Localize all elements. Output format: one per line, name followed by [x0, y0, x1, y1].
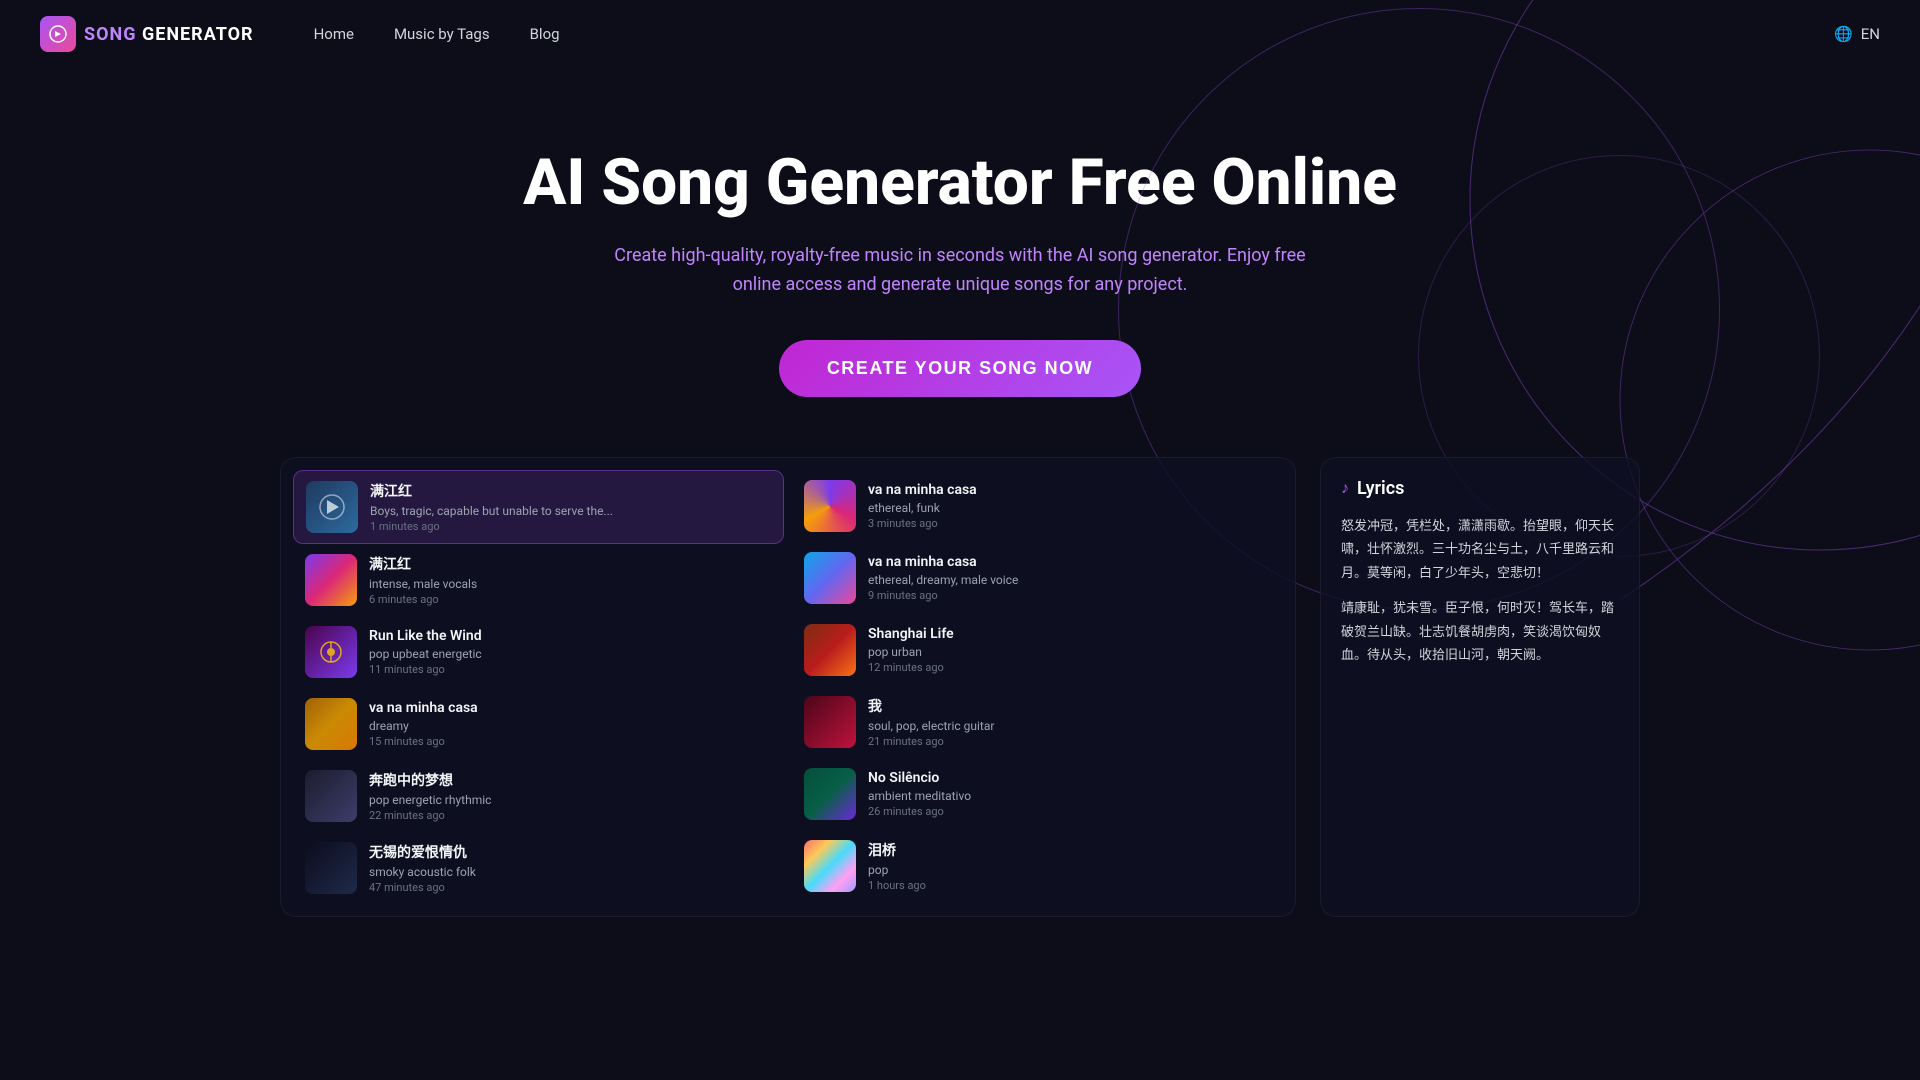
right-column: va na minha casa ethereal, funk 3 minute… — [792, 470, 1283, 904]
lyrics-line-1: 怒发冲冠，凭栏处，潇潇雨歇。抬望眼，仰天长啸，壮怀激烈。三十功名尘与土，八千里路… — [1341, 515, 1619, 585]
cta-button[interactable]: CREATE YOUR SONG NOW — [779, 340, 1141, 397]
hero-section: AI Song Generator Free Online Create hig… — [0, 68, 1920, 457]
lyrics-header: ♪ Lyrics — [1341, 478, 1619, 499]
song-title: Run Like the Wind — [369, 628, 772, 644]
song-item[interactable]: va na minha casa dreamy 15 minutes ago — [293, 688, 784, 760]
song-title: va na minha casa — [369, 700, 772, 716]
song-item[interactable]: va na minha casa ethereal, dreamy, male … — [792, 542, 1283, 614]
song-time: 15 minutes ago — [369, 735, 772, 748]
song-title: No Silêncio — [868, 770, 1271, 786]
song-time: 1 hours ago — [868, 879, 1271, 892]
song-tags: pop urban — [868, 645, 1271, 659]
song-time: 1 minutes ago — [370, 520, 771, 533]
song-time: 9 minutes ago — [868, 589, 1271, 602]
song-title: 满江红 — [370, 481, 771, 501]
song-tags: Boys, tragic, capable but unable to serv… — [370, 504, 771, 518]
nav-music-tags[interactable]: Music by Tags — [394, 25, 490, 43]
logo-icon — [40, 16, 76, 52]
language-label[interactable]: EN — [1861, 25, 1880, 43]
logo-text: SONG GENERATOR — [84, 24, 254, 45]
lyrics-line-2: 靖康耻，犹未雪。臣子恨，何时灭！驾长车，踏破贺兰山缺。壮志饥餐胡虏肉，笑谈渴饮匈… — [1341, 597, 1619, 667]
song-time: 3 minutes ago — [868, 517, 1271, 530]
song-item[interactable]: 无锡的爱恨情仇 smoky acoustic folk 47 minutes a… — [293, 832, 784, 904]
song-info: Shanghai Life pop urban 12 minutes ago — [868, 626, 1271, 674]
song-thumbnail — [804, 696, 856, 748]
song-item[interactable]: 泪桥 pop 1 hours ago — [792, 830, 1283, 902]
song-info: No Silêncio ambient meditativo 26 minute… — [868, 770, 1271, 818]
globe-icon: 🌐 — [1834, 25, 1853, 43]
nav-links: Home Music by Tags Blog — [314, 25, 1835, 43]
song-title: 无锡的爱恨情仇 — [369, 842, 772, 862]
song-item[interactable]: 满江红 intense, male vocals 6 minutes ago — [293, 544, 784, 616]
song-thumbnail — [305, 698, 357, 750]
song-item[interactable]: No Silêncio ambient meditativo 26 minute… — [792, 758, 1283, 830]
song-time: 22 minutes ago — [369, 809, 772, 822]
song-title: va na minha casa — [868, 482, 1271, 498]
song-thumbnail — [804, 480, 856, 532]
navbar: SONG GENERATOR Home Music by Tags Blog 🌐… — [0, 0, 1920, 68]
song-item[interactable]: Run Like the Wind pop upbeat energetic 1… — [293, 616, 784, 688]
song-info: va na minha casa ethereal, funk 3 minute… — [868, 482, 1271, 530]
song-tags: pop energetic rhythmic — [369, 793, 772, 807]
song-time: 47 minutes ago — [369, 881, 772, 894]
song-time: 26 minutes ago — [868, 805, 1271, 818]
song-item[interactable]: 满江红 Boys, tragic, capable but unable to … — [293, 470, 784, 544]
song-time: 6 minutes ago — [369, 593, 772, 606]
hero-subtitle: Create high-quality, royalty-free music … — [610, 242, 1310, 300]
song-info: 满江红 intense, male vocals 6 minutes ago — [369, 554, 772, 606]
song-thumbnail — [305, 626, 357, 678]
nav-right: 🌐 EN — [1834, 25, 1880, 43]
song-time: 21 minutes ago — [868, 735, 1271, 748]
song-info: va na minha casa ethereal, dreamy, male … — [868, 554, 1271, 602]
nav-blog[interactable]: Blog — [530, 25, 560, 43]
song-info: 泪桥 pop 1 hours ago — [868, 840, 1271, 892]
song-list-container: 满江红 Boys, tragic, capable but unable to … — [280, 457, 1296, 917]
song-tags: ambient meditativo — [868, 789, 1271, 803]
song-tags: soul, pop, electric guitar — [868, 719, 1271, 733]
song-tags: pop — [868, 863, 1271, 877]
song-tags: ethereal, dreamy, male voice — [868, 573, 1271, 587]
lyrics-text: 怒发冲冠，凭栏处，潇潇雨歇。抬望眼，仰天长啸，壮怀激烈。三十功名尘与土，八千里路… — [1341, 515, 1619, 667]
song-tags: intense, male vocals — [369, 577, 772, 591]
main-content: 满江红 Boys, tragic, capable but unable to … — [0, 457, 1920, 957]
song-time: 11 minutes ago — [369, 663, 772, 676]
song-time: 12 minutes ago — [868, 661, 1271, 674]
song-thumbnail — [305, 770, 357, 822]
logo[interactable]: SONG GENERATOR — [40, 16, 254, 52]
song-thumbnail — [804, 552, 856, 604]
song-tags: smoky acoustic folk — [369, 865, 772, 879]
song-thumbnail — [804, 624, 856, 676]
song-title: 我 — [868, 696, 1271, 716]
song-tags: pop upbeat energetic — [369, 647, 772, 661]
song-thumbnail — [804, 768, 856, 820]
song-item[interactable]: va na minha casa ethereal, funk 3 minute… — [792, 470, 1283, 542]
hero-title: AI Song Generator Free Online — [40, 148, 1880, 218]
nav-home[interactable]: Home — [314, 25, 354, 43]
lyrics-title: Lyrics — [1357, 478, 1404, 499]
song-title: 泪桥 — [868, 840, 1271, 860]
song-item[interactable]: 奔跑中的梦想 pop energetic rhythmic 22 minutes… — [293, 760, 784, 832]
song-columns: 满江红 Boys, tragic, capable but unable to … — [293, 470, 1283, 904]
song-thumbnail — [305, 554, 357, 606]
song-tags: ethereal, funk — [868, 501, 1271, 515]
song-title: va na minha casa — [868, 554, 1271, 570]
song-info: Run Like the Wind pop upbeat energetic 1… — [369, 628, 772, 676]
song-title: 满江红 — [369, 554, 772, 574]
song-title: 奔跑中的梦想 — [369, 770, 772, 790]
song-tags: dreamy — [369, 719, 772, 733]
song-item[interactable]: 我 soul, pop, electric guitar 21 minutes … — [792, 686, 1283, 758]
song-item[interactable]: Shanghai Life pop urban 12 minutes ago — [792, 614, 1283, 686]
song-thumbnail — [306, 481, 358, 533]
song-info: 满江红 Boys, tragic, capable but unable to … — [370, 481, 771, 533]
lyrics-panel: ♪ Lyrics 怒发冲冠，凭栏处，潇潇雨歇。抬望眼，仰天长啸，壮怀激烈。三十功… — [1320, 457, 1640, 917]
lyrics-icon: ♪ — [1341, 478, 1349, 498]
left-column: 满江红 Boys, tragic, capable but unable to … — [293, 470, 784, 904]
song-info: va na minha casa dreamy 15 minutes ago — [369, 700, 772, 748]
song-title: Shanghai Life — [868, 626, 1271, 642]
song-thumbnail — [804, 840, 856, 892]
song-info: 奔跑中的梦想 pop energetic rhythmic 22 minutes… — [369, 770, 772, 822]
song-info: 我 soul, pop, electric guitar 21 minutes … — [868, 696, 1271, 748]
song-thumbnail — [305, 842, 357, 894]
song-info: 无锡的爱恨情仇 smoky acoustic folk 47 minutes a… — [369, 842, 772, 894]
